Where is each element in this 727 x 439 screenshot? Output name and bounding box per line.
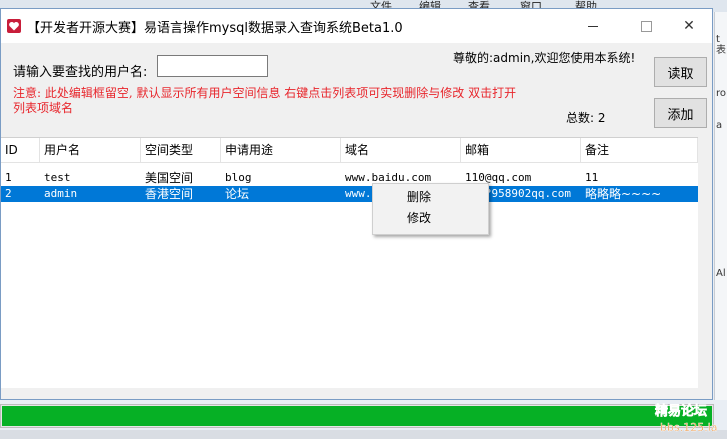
cell-id: 2: [5, 187, 12, 200]
maximize-icon: [640, 20, 652, 32]
progress-bar: [0, 404, 714, 428]
column-header-email[interactable]: 邮箱: [461, 138, 581, 162]
background-side-panel: t 表 ro a Al: [714, 12, 727, 400]
watermark-url: bbs.125.la: [660, 421, 717, 434]
welcome-text: 尊敬的:admin,欢迎您使用本系统!: [453, 51, 636, 65]
total-count: 总数: 2: [566, 111, 606, 125]
maximize-button[interactable]: [623, 9, 669, 43]
search-label: 请输入要查找的用户名:: [13, 65, 148, 80]
taskbar-strip: [0, 430, 727, 439]
usage-note: 注意: 此处编辑框留空, 默认显示所有用户空间信息 右键点击列表项可实现删除与修…: [13, 86, 517, 115]
column-header-domain[interactable]: 域名: [341, 138, 461, 162]
table-row[interactable]: 1 test 美国空间 blog www.baidu.com 110@qq.co…: [1, 170, 698, 186]
window-title: 【开发者开源大赛】易语言操作mysql数据录入查询系统Beta1.0: [27, 21, 403, 36]
watermark-logo: 精易论坛 bbs.125.la: [655, 403, 718, 435]
bg-side-text: a: [716, 120, 723, 131]
title-bar[interactable]: 【开发者开源大赛】易语言操作mysql数据录入查询系统Beta1.0 ✕: [1, 9, 712, 43]
cell-username: test: [44, 171, 71, 184]
edit-menu-item[interactable]: 修改: [373, 208, 486, 229]
add-button[interactable]: 添加: [654, 98, 707, 128]
minimize-button[interactable]: [570, 9, 616, 43]
cell-usage: 论坛: [225, 187, 250, 201]
cell-space-type: 美国空间: [145, 171, 194, 185]
context-menu: 删除 修改: [372, 183, 489, 235]
table-row-selected[interactable]: 2 admin 香港空间 论坛 www.5i 2???958902qq.com …: [1, 186, 698, 202]
cell-remark: 11: [585, 171, 599, 184]
bg-side-text: ro: [716, 88, 727, 99]
cell-remark: 略略略~~~~: [585, 187, 662, 201]
cell-id: 1: [5, 171, 12, 184]
main-window: 【开发者开源大赛】易语言操作mysql数据录入查询系统Beta1.0 ✕ 请输入…: [0, 8, 713, 400]
column-header-remark[interactable]: 备注: [581, 138, 698, 162]
user-list-view[interactable]: ID 用户名 空间类型 申请用途 域名 邮箱 备注 1 test 美国空间 bl…: [1, 137, 698, 388]
column-header-usage[interactable]: 申请用途: [221, 138, 341, 162]
watermark-title: 精易论坛: [655, 403, 707, 419]
progress-fill: [2, 406, 712, 426]
close-button[interactable]: ✕: [666, 9, 712, 43]
bg-side-text: Al: [716, 268, 726, 279]
username-search-input[interactable]: [157, 55, 268, 77]
column-header-id[interactable]: ID: [1, 138, 40, 162]
close-icon: ✕: [683, 18, 695, 34]
column-header-space-type[interactable]: 空间类型: [141, 138, 221, 162]
cell-space-type: 香港空间: [145, 187, 194, 201]
list-header: ID 用户名 空间类型 申请用途 域名 邮箱 备注: [1, 138, 698, 163]
minimize-icon: [588, 25, 598, 27]
read-button[interactable]: 读取: [654, 57, 707, 87]
bg-side-text: 表: [716, 45, 726, 56]
cell-usage: blog: [225, 171, 252, 184]
delete-menu-item[interactable]: 删除: [373, 187, 486, 208]
heart-icon: [7, 19, 21, 33]
cell-username: admin: [44, 187, 78, 200]
column-header-username[interactable]: 用户名: [40, 138, 141, 162]
